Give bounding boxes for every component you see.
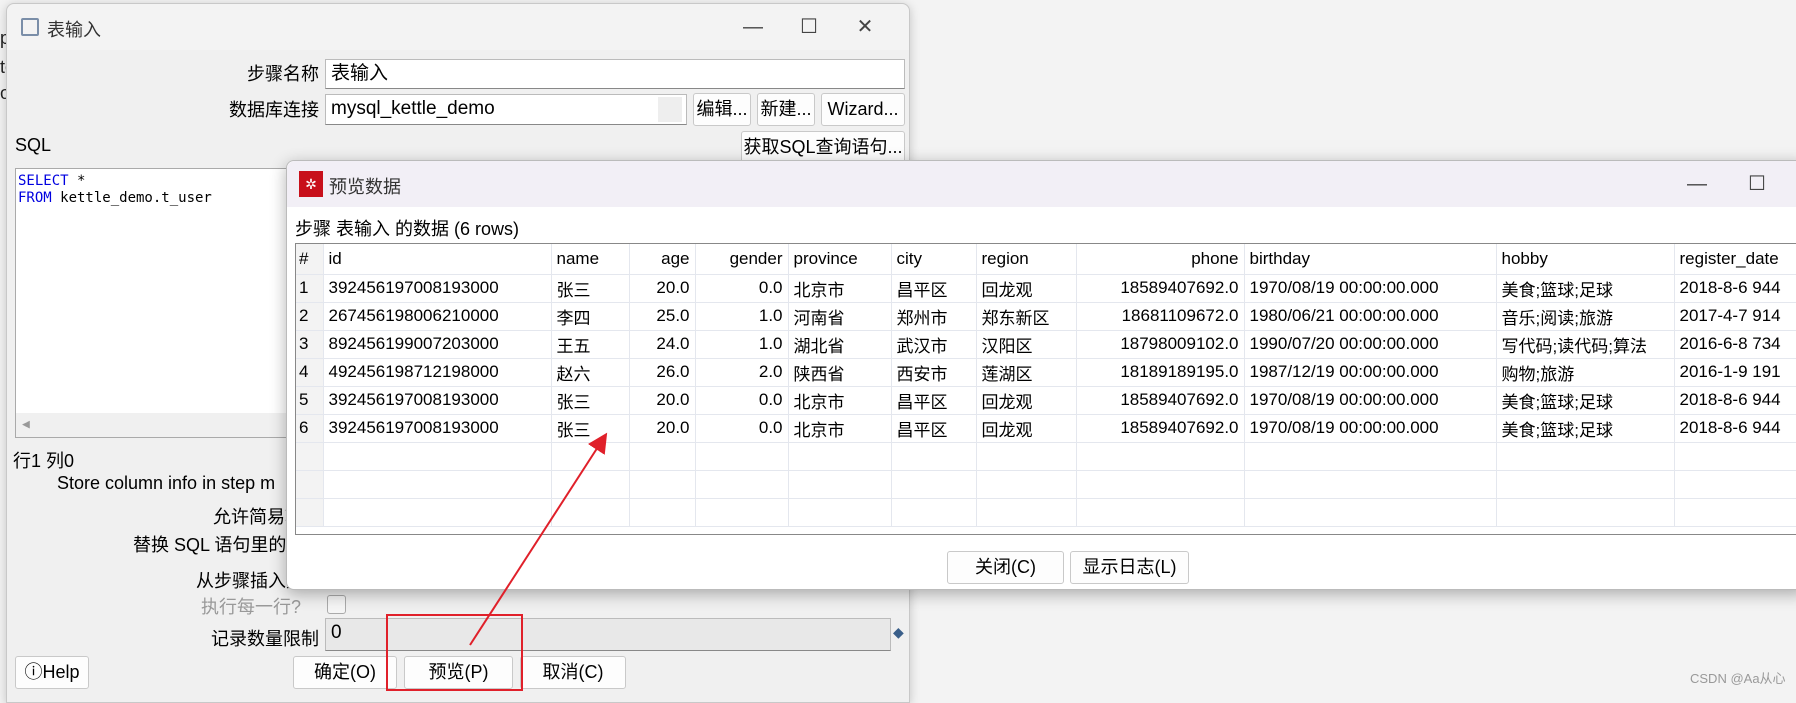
annotation-arrow <box>469 432 608 646</box>
watermark: CSDN @Aa从心 <box>1690 671 1786 686</box>
arrow-line <box>469 432 608 646</box>
